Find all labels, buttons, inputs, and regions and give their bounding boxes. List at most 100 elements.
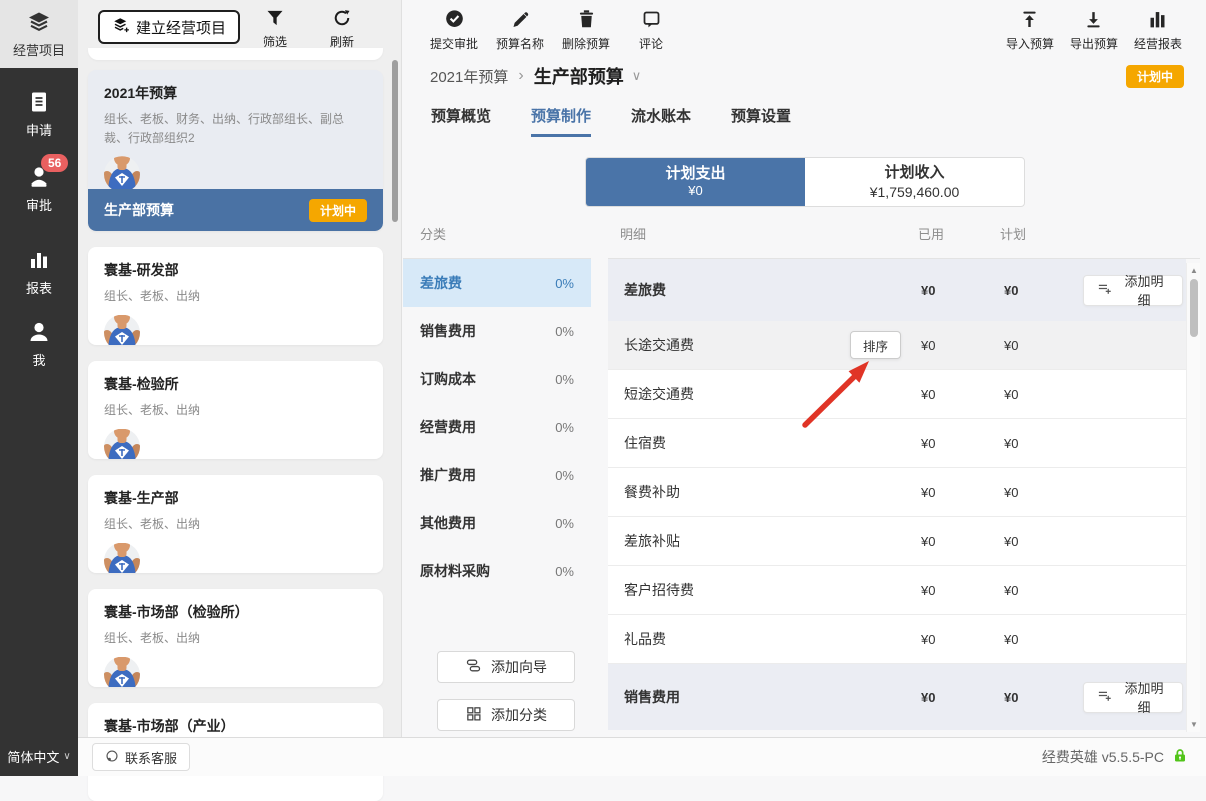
planned-income-toggle[interactable]: 计划收入 ¥1,759,460.00 bbox=[805, 158, 1024, 206]
sort-button[interactable]: 排序 bbox=[850, 331, 901, 359]
sidebar-item-projects[interactable]: 经营项目 bbox=[0, 0, 78, 68]
projects-scrollbar[interactable] bbox=[392, 60, 398, 222]
headset-icon bbox=[105, 749, 119, 766]
used-value: ¥0 bbox=[921, 534, 1004, 549]
sidebar-item-label: 我 bbox=[32, 350, 45, 369]
detail-row[interactable]: 住宿费 ¥0 ¥0 bbox=[608, 419, 1186, 468]
project-title: 寰基-检验所 bbox=[88, 361, 383, 394]
category-list: 差旅费 0% 销售费用 0% 订购成本 0% 经营费用 0% 推广费用 0% 其… bbox=[403, 258, 591, 595]
breadcrumb-parent[interactable]: 2021年预算 bbox=[430, 66, 508, 87]
category-item[interactable]: 原材料采购 0% bbox=[403, 547, 591, 595]
detail-name: 住宿费 bbox=[624, 433, 921, 453]
project-card[interactable]: 寰基-检验所 组长、老板、出纳 bbox=[88, 361, 383, 459]
detail-row[interactable]: 礼品费 ¥0 ¥0 bbox=[608, 615, 1186, 664]
upload-icon bbox=[1019, 9, 1040, 33]
add-detail-label: 添加明细 bbox=[1119, 678, 1169, 716]
sub-budget-row[interactable]: 生产部预算 计划中 bbox=[88, 189, 383, 231]
table-scrollbar[interactable]: ▲ ▼ bbox=[1186, 263, 1200, 732]
sidebar-item-apply[interactable]: 申请 bbox=[0, 90, 78, 139]
category-item[interactable]: 推广费用 0% bbox=[403, 451, 591, 499]
comment-button[interactable]: 评论 bbox=[628, 9, 674, 52]
category-percent: 0% bbox=[555, 372, 574, 387]
detail-row[interactable]: 客户招待费 ¥0 ¥0 bbox=[608, 566, 1186, 615]
detail-row[interactable]: 短途交通费 ¥0 ¥0 bbox=[608, 370, 1186, 419]
planned-value: ¥0 bbox=[1004, 690, 1083, 705]
breadcrumb: 2021年预算 › 生产部预算 ∨ 计划中 bbox=[403, 55, 1206, 97]
member-avatar bbox=[104, 657, 140, 687]
budget-tabs: 预算概览 预算制作 流水账本 预算设置 bbox=[403, 97, 1206, 140]
project-roles: 组长、老板、出纳 bbox=[88, 280, 383, 306]
contact-support-button[interactable]: 联系客服 bbox=[92, 743, 190, 771]
sidebar-item-reports[interactable]: 报表 bbox=[0, 248, 78, 297]
category-name: 推广费用 bbox=[420, 465, 555, 485]
document-icon bbox=[27, 90, 51, 114]
project-card-2021[interactable]: 2021年预算 组长、老板、财务、出纳、行政部组长、副总裁、行政部组织2 生产部… bbox=[88, 70, 383, 231]
action-label: 提交审批 bbox=[430, 35, 478, 52]
refresh-icon bbox=[332, 8, 352, 31]
project-title: 寰基-研发部 bbox=[88, 247, 383, 280]
scrollbar-thumb[interactable] bbox=[1190, 279, 1198, 337]
category-item[interactable]: 差旅费 0% bbox=[403, 259, 591, 307]
category-item[interactable]: 订购成本 0% bbox=[403, 355, 591, 403]
scroll-up-icon[interactable]: ▲ bbox=[1187, 266, 1201, 275]
sidebar-item-me[interactable]: 我 bbox=[0, 320, 78, 369]
download-icon bbox=[1083, 9, 1104, 33]
delete-budget-button[interactable]: 删除预算 bbox=[562, 9, 610, 52]
project-card[interactable]: 寰基-生产部 组长、老板、出纳 bbox=[88, 475, 383, 573]
used-value: ¥0 bbox=[921, 436, 1004, 451]
create-project-button[interactable]: 建立经营项目 bbox=[98, 10, 240, 44]
sidebar-item-label: 报表 bbox=[26, 278, 52, 297]
add-detail-button[interactable]: 添加明细 bbox=[1083, 275, 1183, 306]
export-budget-button[interactable]: 导出预算 bbox=[1070, 9, 1118, 52]
trash-icon bbox=[576, 9, 597, 33]
chevron-down-icon[interactable]: ∨ bbox=[632, 68, 642, 84]
details-table: 差旅费 ¥0 ¥0 添加明细 bbox=[608, 258, 1200, 259]
sidebar-item-label: 审批 bbox=[26, 195, 52, 214]
action-label: 预算名称 bbox=[496, 35, 544, 52]
planned-expense-toggle[interactable]: 计划支出 ¥0 bbox=[586, 158, 805, 206]
category-name: 经营费用 bbox=[420, 417, 555, 437]
scrolled-card-remnant[interactable] bbox=[88, 48, 383, 60]
tab-overview[interactable]: 预算概览 bbox=[431, 97, 491, 137]
list-plus-icon bbox=[1097, 688, 1112, 706]
add-category-label: 添加分类 bbox=[491, 705, 547, 725]
add-wizard-label: 添加向导 bbox=[491, 657, 547, 677]
category-name: 差旅费 bbox=[420, 273, 555, 293]
scroll-down-icon[interactable]: ▼ bbox=[1187, 720, 1201, 729]
tab-settings[interactable]: 预算设置 bbox=[731, 97, 791, 137]
language-label: 简体中文 bbox=[7, 747, 59, 766]
project-card[interactable]: 寰基-市场部（检验所） 组长、老板、出纳 bbox=[88, 589, 383, 687]
import-budget-button[interactable]: 导入预算 bbox=[1006, 9, 1054, 52]
language-selector[interactable]: 简体中文 ∨ bbox=[0, 737, 78, 776]
plan-toggle: 计划支出 ¥0 计划收入 ¥1,759,460.00 bbox=[585, 157, 1025, 207]
category-item[interactable]: 经营费用 0% bbox=[403, 403, 591, 451]
business-report-button[interactable]: 经营报表 bbox=[1134, 9, 1182, 52]
project-card[interactable]: 寰基-研发部 组长、老板、出纳 bbox=[88, 247, 383, 345]
list-plus-icon bbox=[1097, 281, 1112, 299]
detail-row[interactable]: 餐费补助 ¥0 ¥0 bbox=[608, 468, 1186, 517]
tab-ledger[interactable]: 流水账本 bbox=[631, 97, 691, 137]
add-detail-button[interactable]: 添加明细 bbox=[1083, 682, 1183, 713]
project-roles: 组长、老板、出纳 bbox=[88, 394, 383, 420]
submit-approval-button[interactable]: 提交审批 bbox=[430, 9, 478, 52]
used-value: ¥0 bbox=[921, 583, 1004, 598]
budget-toolbar: 提交审批 预算名称 删除预算 bbox=[403, 0, 1206, 55]
approval-count-badge: 56 bbox=[41, 154, 68, 172]
toggle-label: 计划支出 bbox=[665, 164, 725, 184]
add-wizard-button[interactable]: 添加向导 bbox=[437, 651, 575, 683]
project-title: 2021年预算 bbox=[88, 70, 383, 103]
category-item[interactable]: 其他费用 0% bbox=[403, 499, 591, 547]
detail-row[interactable]: 长途交通费 排序 ¥0 ¥0 bbox=[608, 321, 1186, 370]
budget-main-panel: 提交审批 预算名称 删除预算 bbox=[403, 0, 1206, 737]
category-item[interactable]: 销售费用 0% bbox=[403, 307, 591, 355]
sidebar-item-approval[interactable]: 56 审批 bbox=[0, 165, 78, 214]
tab-making[interactable]: 预算制作 bbox=[531, 97, 591, 137]
action-label: 导出预算 bbox=[1070, 35, 1118, 52]
funnel-icon bbox=[265, 8, 285, 31]
filter-button[interactable]: 筛选 bbox=[253, 8, 297, 50]
add-category-button[interactable]: 添加分类 bbox=[437, 699, 575, 731]
approval-stamp-icon: 56 bbox=[27, 165, 51, 189]
refresh-button[interactable]: 刷新 bbox=[320, 8, 364, 50]
detail-row[interactable]: 差旅补贴 ¥0 ¥0 bbox=[608, 517, 1186, 566]
rename-budget-button[interactable]: 预算名称 bbox=[496, 9, 544, 52]
